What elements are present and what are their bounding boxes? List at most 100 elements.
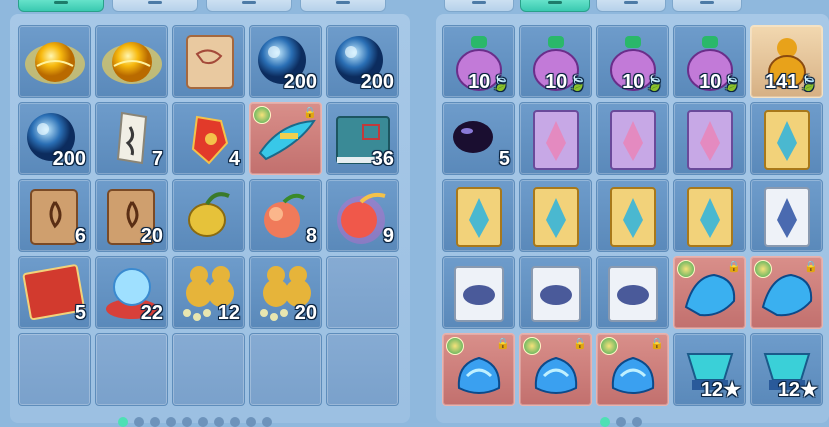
quality-badge-icon: [446, 337, 464, 355]
leaf-icon: 🍃: [799, 75, 818, 92]
item-slot-gold-card[interactable]: [750, 102, 823, 175]
left-inventory-grid: 200 200 200 7 4 🔒 36 6 20 8 9 5 22 12 20: [18, 25, 399, 406]
leaf-icon: 🍃: [491, 75, 510, 92]
item-slot-purple-card[interactable]: [596, 102, 669, 175]
item-quantity: 8: [305, 225, 317, 247]
quality-badge-icon: [253, 106, 271, 124]
page-dot[interactable]: [182, 417, 192, 427]
leaf-icon: 🍃: [568, 75, 587, 92]
item-slot-gold-gourd[interactable]: 141🍃: [750, 25, 823, 98]
item-slot-blue-book[interactable]: 36: [326, 102, 399, 175]
tab-left-2[interactable]: [112, 0, 198, 12]
tab-left-3[interactable]: [206, 0, 292, 12]
item-slot-gold-card[interactable]: [519, 179, 592, 252]
page-dot[interactable]: [150, 417, 160, 427]
item-slot-red-book[interactable]: 5: [18, 256, 91, 329]
page-dot[interactable]: [166, 417, 176, 427]
item-slot-blue-fox[interactable]: 🔒: [519, 333, 592, 406]
item-slot-fire-scroll[interactable]: 20: [95, 179, 168, 252]
page-dot[interactable]: [246, 417, 256, 427]
tab-right-2[interactable]: [520, 0, 590, 12]
quality-badge-icon: [677, 260, 695, 278]
item-slot-purple-vase[interactable]: 10🍃: [596, 25, 669, 98]
item-slot-blue-orb[interactable]: 200: [18, 102, 91, 175]
lock-icon: 🔒: [727, 261, 741, 273]
item-slot-white-beast-card[interactable]: [519, 256, 592, 329]
tab-left-4[interactable]: [300, 0, 386, 12]
item-slot-cyan-gem[interactable]: 12★: [750, 333, 823, 406]
item-slot-purple-vase[interactable]: 10🍃: [519, 25, 592, 98]
item-slot-dark-bead[interactable]: 5: [442, 102, 515, 175]
item-slot-white-card[interactable]: [750, 179, 823, 252]
white-beast-card-icon: [608, 266, 658, 322]
item-slot-glowing-peach[interactable]: 9: [326, 179, 399, 252]
item-slot-white-beast-card[interactable]: [596, 256, 669, 329]
item-slot-gourd-pills[interactable]: 20: [249, 256, 322, 329]
item-quantity: 12★: [777, 379, 818, 401]
item-slot-flying-sword-mount[interactable]: 🔒: [249, 102, 322, 175]
item-slot-map-scroll[interactable]: [172, 25, 245, 98]
item-slot-red-charm[interactable]: 4: [172, 102, 245, 175]
empty-slot[interactable]: [18, 333, 91, 406]
star-icon: ★: [800, 379, 818, 401]
item-slot-white-beast-card[interactable]: [442, 256, 515, 329]
item-slot-peach[interactable]: 8: [249, 179, 322, 252]
empty-slot[interactable]: [95, 333, 168, 406]
item-slot-golden-fruit[interactable]: [172, 179, 245, 252]
gold-orb-icon: [102, 42, 162, 84]
white-beast-card-icon: [454, 266, 504, 322]
item-slot-blue-orb[interactable]: 200: [326, 25, 399, 98]
tab-right-3[interactable]: [596, 0, 666, 12]
item-slot-gold-card[interactable]: [673, 179, 746, 252]
item-slot-purple-card[interactable]: [519, 102, 592, 175]
item-quantity: 141🍃: [764, 71, 818, 93]
item-slot-gold-orb[interactable]: [18, 25, 91, 98]
tab-right-4[interactable]: [672, 0, 742, 12]
empty-slot[interactable]: [326, 256, 399, 329]
empty-slot[interactable]: [249, 333, 322, 406]
item-slot-rune-talisman[interactable]: 7: [95, 102, 168, 175]
page-dot[interactable]: [616, 417, 626, 427]
item-slot-gold-card[interactable]: [442, 179, 515, 252]
item-slot-blue-phoenix[interactable]: 🔒: [750, 256, 823, 329]
lock-icon: 🔒: [650, 338, 664, 350]
item-slot-blue-orb[interactable]: 200: [249, 25, 322, 98]
page-dot[interactable]: [600, 417, 610, 427]
purple-card-icon: [533, 110, 579, 170]
page-dot[interactable]: [262, 417, 272, 427]
tab-icon: [624, 1, 638, 4]
item-slot-purple-vase[interactable]: 10🍃: [673, 25, 746, 98]
item-quantity: 5: [74, 302, 86, 324]
page-dot[interactable]: [230, 417, 240, 427]
page-dot[interactable]: [118, 417, 128, 427]
item-slot-blue-fox[interactable]: 🔒: [596, 333, 669, 406]
purple-card-icon: [687, 110, 733, 170]
tab-icon: [472, 1, 486, 4]
item-slot-blue-fox[interactable]: 🔒: [442, 333, 515, 406]
page-dot[interactable]: [632, 417, 642, 427]
golden-fruit-icon: [188, 192, 230, 237]
empty-slot[interactable]: [326, 333, 399, 406]
item-slot-fire-scroll[interactable]: 6: [18, 179, 91, 252]
page-dot[interactable]: [134, 417, 144, 427]
item-slot-gourd-pills[interactable]: 12: [172, 256, 245, 329]
item-quantity: 20: [294, 302, 317, 324]
white-beast-card-icon: [531, 266, 581, 322]
item-slot-crystal-ball[interactable]: 22: [95, 256, 168, 329]
item-slot-gold-card[interactable]: [596, 179, 669, 252]
page-dot[interactable]: [198, 417, 208, 427]
tab-icon: [54, 1, 68, 4]
item-slot-blue-phoenix[interactable]: 🔒: [673, 256, 746, 329]
tab-icon: [700, 1, 714, 4]
item-slot-gold-orb[interactable]: [95, 25, 168, 98]
empty-slot[interactable]: [172, 333, 245, 406]
page-dot[interactable]: [214, 417, 224, 427]
item-quantity: 12: [217, 302, 240, 324]
item-slot-purple-card[interactable]: [673, 102, 746, 175]
item-slot-cyan-gem[interactable]: 12★: [673, 333, 746, 406]
tab-left-1[interactable]: [18, 0, 104, 12]
item-slot-purple-vase[interactable]: 10🍃: [442, 25, 515, 98]
leaf-icon: 🍃: [722, 75, 741, 92]
tab-right-1[interactable]: [444, 0, 514, 12]
gold-orb-icon: [25, 42, 85, 84]
